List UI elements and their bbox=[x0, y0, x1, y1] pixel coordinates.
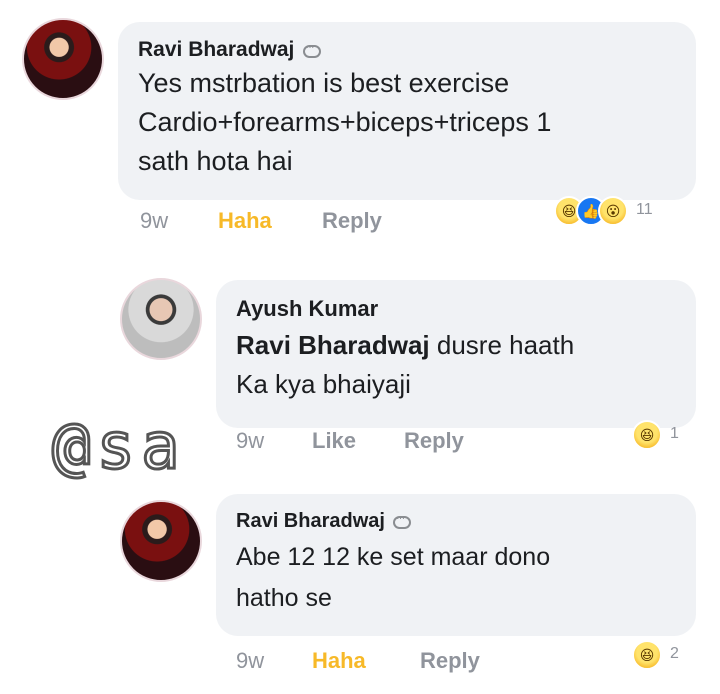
mention-link[interactable]: Ravi Bharadwaj bbox=[236, 330, 430, 360]
comment-text-line: sath hota hai bbox=[138, 146, 293, 176]
reaction-summary[interactable]: 😆 2 bbox=[632, 640, 702, 670]
reaction-summary[interactable]: 😆 👍 😮 11 bbox=[554, 196, 694, 226]
comment-text-line: Cardio+forearms+biceps+triceps 1 bbox=[138, 107, 552, 137]
haha-button[interactable]: Haha bbox=[218, 208, 272, 234]
reaction-count: 2 bbox=[670, 645, 679, 662]
messenger-icon[interactable] bbox=[393, 511, 412, 530]
comment-text-line: Abe 12 12 ke set maar dono bbox=[236, 543, 551, 571]
comment-time[interactable]: 9w bbox=[236, 428, 264, 454]
comment-text-line: hatho se bbox=[236, 584, 332, 612]
comment-1: Ravi Bharadwaj Yes mstrbation is best ex… bbox=[0, 0, 720, 240]
avatar[interactable] bbox=[22, 18, 104, 100]
comment-bubble: Ravi Bharadwaj Yes mstrbation is best ex… bbox=[118, 22, 696, 200]
comment-text-line: Ravi Bharadwaj dusre haath bbox=[236, 330, 676, 361]
reaction-count: 1 bbox=[670, 425, 679, 442]
comment-text-line: Yes mstrbation is best exercise bbox=[138, 68, 510, 98]
comment-text: dusre haath bbox=[429, 330, 575, 360]
like-button[interactable]: Like bbox=[312, 428, 356, 454]
comment-actions: 9w Haha Reply bbox=[140, 208, 440, 238]
reply-button[interactable]: Reply bbox=[322, 208, 382, 234]
comment-author[interactable]: Ravi Bharadwaj bbox=[138, 38, 294, 62]
comment-bubble: Ravi Bharadwaj Abe 12 12 ke set maar don… bbox=[216, 494, 696, 636]
reply-button[interactable]: Reply bbox=[420, 648, 480, 674]
comment-bubble: Ayush Kumar Ravi Bharadwaj dusre haath K… bbox=[216, 280, 696, 428]
comment-actions: 9w Haha Reply bbox=[236, 648, 536, 678]
comment-actions: 9w Like Reply bbox=[236, 428, 536, 458]
messenger-icon[interactable] bbox=[302, 40, 321, 59]
avatar[interactable] bbox=[120, 278, 202, 360]
wow-emoji-icon: 😮 bbox=[598, 196, 628, 226]
comment-time[interactable]: 9w bbox=[140, 208, 168, 234]
comment-text-line: Ka kya bhaiyaji bbox=[236, 369, 411, 399]
comment-3: Ravi Bharadwaj Abe 12 12 ke set maar don… bbox=[0, 490, 720, 694]
comment-author[interactable]: Ayush Kumar bbox=[236, 296, 378, 322]
comment-time[interactable]: 9w bbox=[236, 648, 264, 674]
reply-button[interactable]: Reply bbox=[404, 428, 464, 454]
reaction-count: 11 bbox=[636, 201, 653, 218]
haha-button[interactable]: Haha bbox=[312, 648, 366, 674]
avatar[interactable] bbox=[120, 500, 202, 582]
haha-emoji-icon: 😆 bbox=[632, 640, 662, 670]
watermark-text: @sa bbox=[51, 409, 186, 486]
haha-emoji-icon: 😆 bbox=[632, 420, 662, 450]
comment-author[interactable]: Ravi Bharadwaj bbox=[236, 510, 385, 533]
reaction-summary[interactable]: 😆 1 bbox=[632, 420, 702, 450]
